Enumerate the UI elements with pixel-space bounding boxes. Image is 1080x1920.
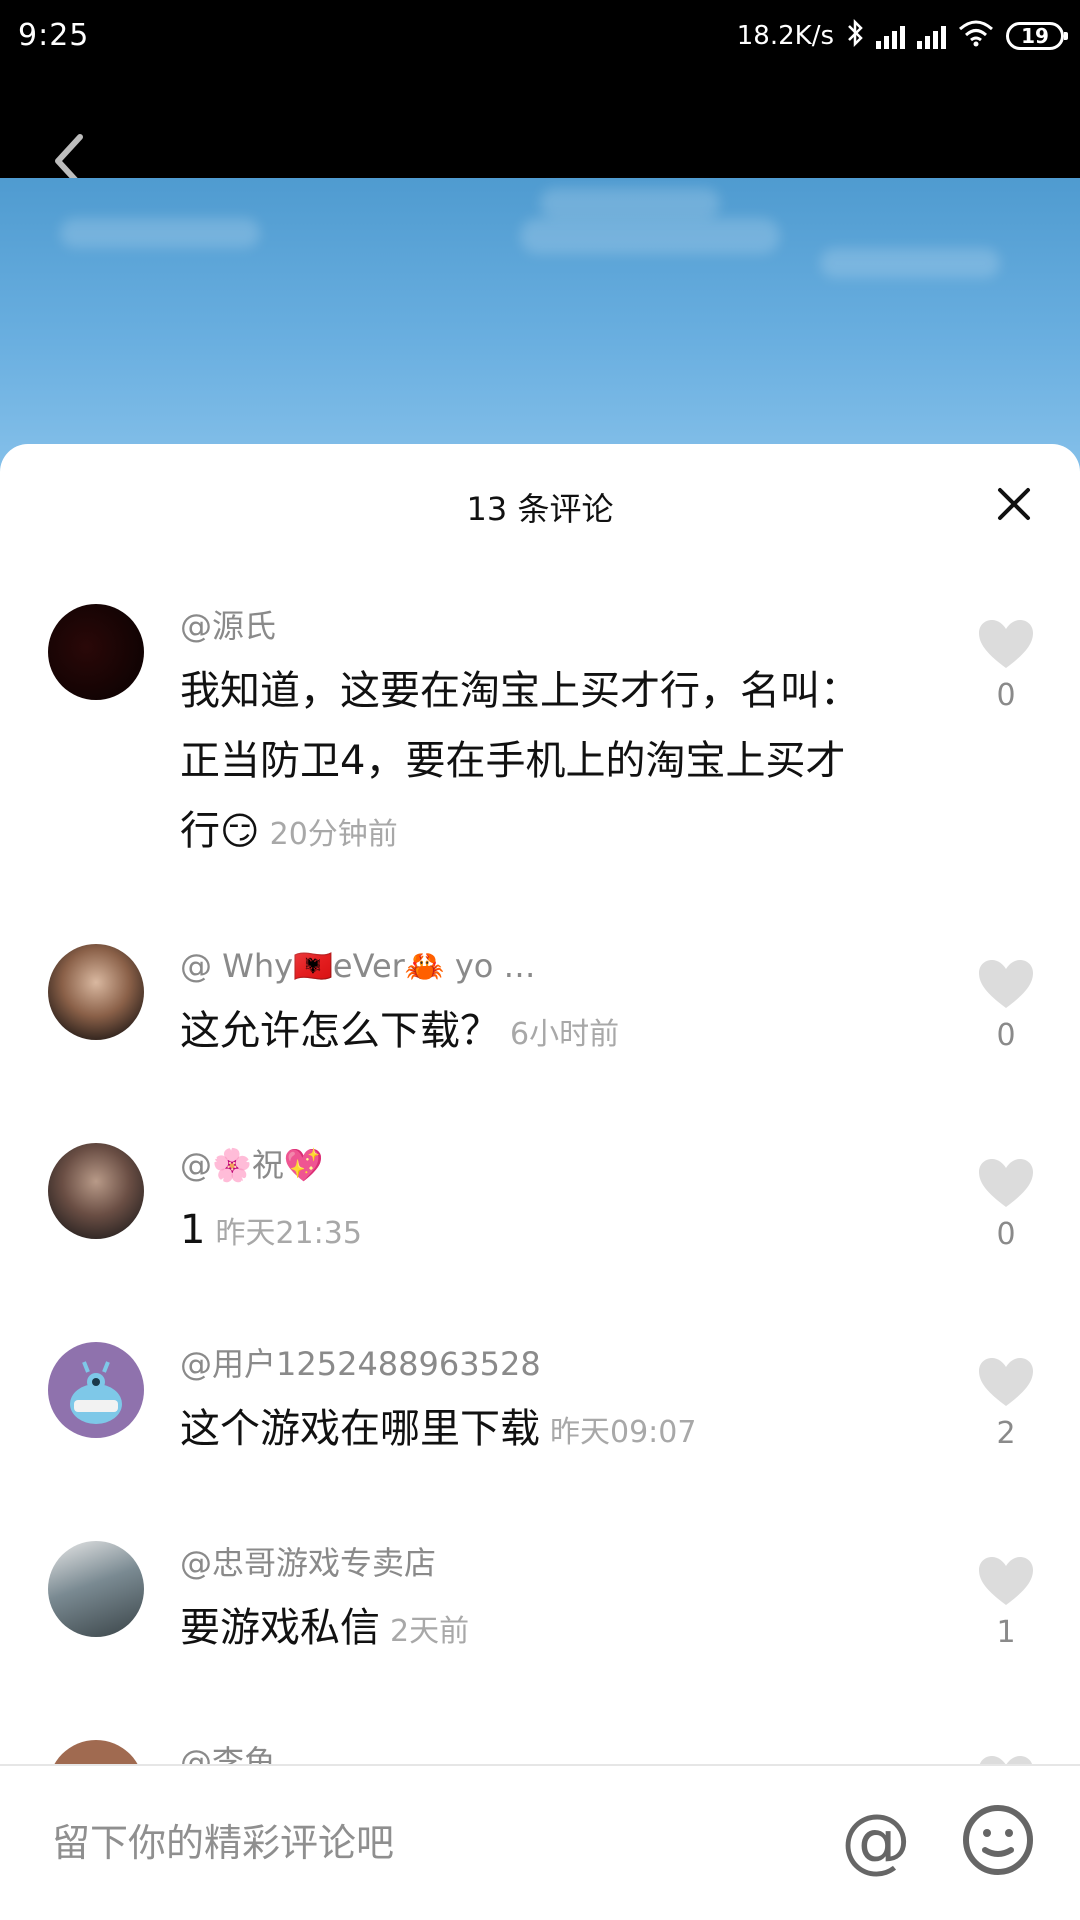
comment-body: @🌸祝💖 1 昨天21:35 <box>180 1143 870 1269</box>
comment-content: 这允许怎么下载？ <box>180 1008 500 1054</box>
comment-body: @ Why🇦🇱eVer🦀 yo … 这允许怎么下载？ 6小时前 <box>180 944 870 1070</box>
like-button[interactable]: 1 <box>972 1555 1040 1650</box>
like-count: 1 <box>996 1615 1016 1650</box>
comment-body: @忠哥游戏专卖店 要游戏私信 2天前 <box>180 1541 870 1667</box>
cellular-signal-icon <box>876 23 905 49</box>
network-speed: 18.2K/s <box>736 21 834 51</box>
comment-username[interactable]: @用户1252488963528 <box>180 1342 870 1386</box>
comment-input-bar: @ <box>0 1764 1080 1920</box>
mention-button[interactable]: @ <box>836 1799 916 1881</box>
comment-text: 要游戏私信 2天前 <box>180 1593 870 1667</box>
avatar[interactable] <box>48 1342 144 1438</box>
comments-title: 13 条评论 <box>466 490 614 528</box>
comment-text: 1 昨天21:35 <box>180 1195 870 1269</box>
like-count: 2 <box>996 1416 1016 1451</box>
comment-body: @源氏 我知道，这要在淘宝上买才行，名叫：正当防卫4，要在手机上的淘宝上买才行😏… <box>180 604 870 870</box>
heart-icon <box>979 960 1033 1008</box>
like-button[interactable]: 0 <box>972 618 1040 713</box>
status-time: 9:25 <box>18 18 90 53</box>
cellular-signal-icon-2 <box>917 23 946 49</box>
battery-level: 19 <box>1021 24 1049 48</box>
avatar[interactable] <box>48 604 144 700</box>
wifi-icon <box>958 19 994 54</box>
avatar[interactable] <box>48 1541 144 1637</box>
bluetooth-icon <box>846 18 864 54</box>
status-bar: 9:25 18.2K/s 19 <box>0 0 1080 72</box>
comment-item: @ Why🇦🇱eVer🦀 yo … 这允许怎么下载？ 6小时前 0 <box>0 944 1080 1084</box>
comment-timestamp: 6小时前 <box>510 1017 620 1052</box>
heart-icon <box>979 1159 1033 1207</box>
comment-item: @用户1252488963528 这个游戏在哪里下载 昨天09:07 2 <box>0 1342 1080 1482</box>
comment-input[interactable] <box>50 1802 754 1884</box>
header-area <box>0 72 1080 188</box>
comment-content: 1 <box>180 1207 206 1253</box>
battery-icon: 19 <box>1006 22 1068 50</box>
like-count: 0 <box>996 1217 1016 1252</box>
close-button[interactable] <box>988 478 1040 530</box>
video-preview[interactable] <box>0 178 1080 478</box>
comment-content: 这个游戏在哪里下载 <box>180 1406 540 1452</box>
comment-username[interactable]: @ Why🇦🇱eVer🦀 yo … <box>180 944 870 988</box>
comment-timestamp: 昨天21:35 <box>215 1216 362 1251</box>
comment-username[interactable]: @🌸祝💖 <box>180 1143 870 1187</box>
heart-icon <box>979 1557 1033 1605</box>
comment-text: 这个游戏在哪里下载 昨天09:07 <box>180 1394 870 1468</box>
avatar[interactable] <box>48 944 144 1040</box>
like-button[interactable]: 0 <box>972 1157 1040 1252</box>
heart-icon <box>979 1358 1033 1406</box>
like-count: 0 <box>996 678 1016 713</box>
comment-timestamp: 昨天09:07 <box>550 1415 697 1450</box>
close-icon <box>998 488 1030 520</box>
like-button[interactable]: 2 <box>972 1356 1040 1451</box>
comment-text: 我知道，这要在淘宝上买才行，名叫：正当防卫4，要在手机上的淘宝上买才行😏 20分钟… <box>180 656 870 870</box>
comments-sheet: 13 条评论 @源氏 我知道，这要在淘宝上买才行，名叫：正当防卫4，要在手机上的… <box>0 444 1080 1920</box>
comment-body: @用户1252488963528 这个游戏在哪里下载 昨天09:07 <box>180 1342 870 1468</box>
like-count: 0 <box>996 1018 1016 1053</box>
comment-timestamp: 2天前 <box>390 1614 470 1649</box>
comment-username[interactable]: @源氏 <box>180 604 870 648</box>
comment-item: @源氏 我知道，这要在淘宝上买才行，名叫：正当防卫4，要在手机上的淘宝上买才行😏… <box>0 604 1080 904</box>
emoji-button[interactable] <box>958 1800 1038 1880</box>
avatar[interactable] <box>48 1143 144 1239</box>
smirk-emoji-icon: 😏 <box>220 809 260 853</box>
screen: 9:25 18.2K/s 19 13 条评论 @源氏 我知道，这要在淘宝上买才行… <box>0 0 1080 1920</box>
comment-text: 这允许怎么下载？ 6小时前 <box>180 996 870 1070</box>
status-indicators: 18.2K/s 19 <box>736 14 1068 58</box>
like-button[interactable]: 0 <box>972 958 1040 1053</box>
comment-username[interactable]: @忠哥游戏专卖店 <box>180 1541 870 1585</box>
heart-icon <box>979 620 1033 668</box>
comment-item: @忠哥游戏专卖店 要游戏私信 2天前 1 <box>0 1541 1080 1681</box>
smiley-face-icon <box>963 1805 1033 1875</box>
comment-item: @🌸祝💖 1 昨天21:35 0 <box>0 1143 1080 1283</box>
comment-content: 要游戏私信 <box>180 1605 380 1651</box>
comment-timestamp: 20分钟前 <box>269 817 398 852</box>
monster-avatar-icon <box>70 1361 122 1424</box>
